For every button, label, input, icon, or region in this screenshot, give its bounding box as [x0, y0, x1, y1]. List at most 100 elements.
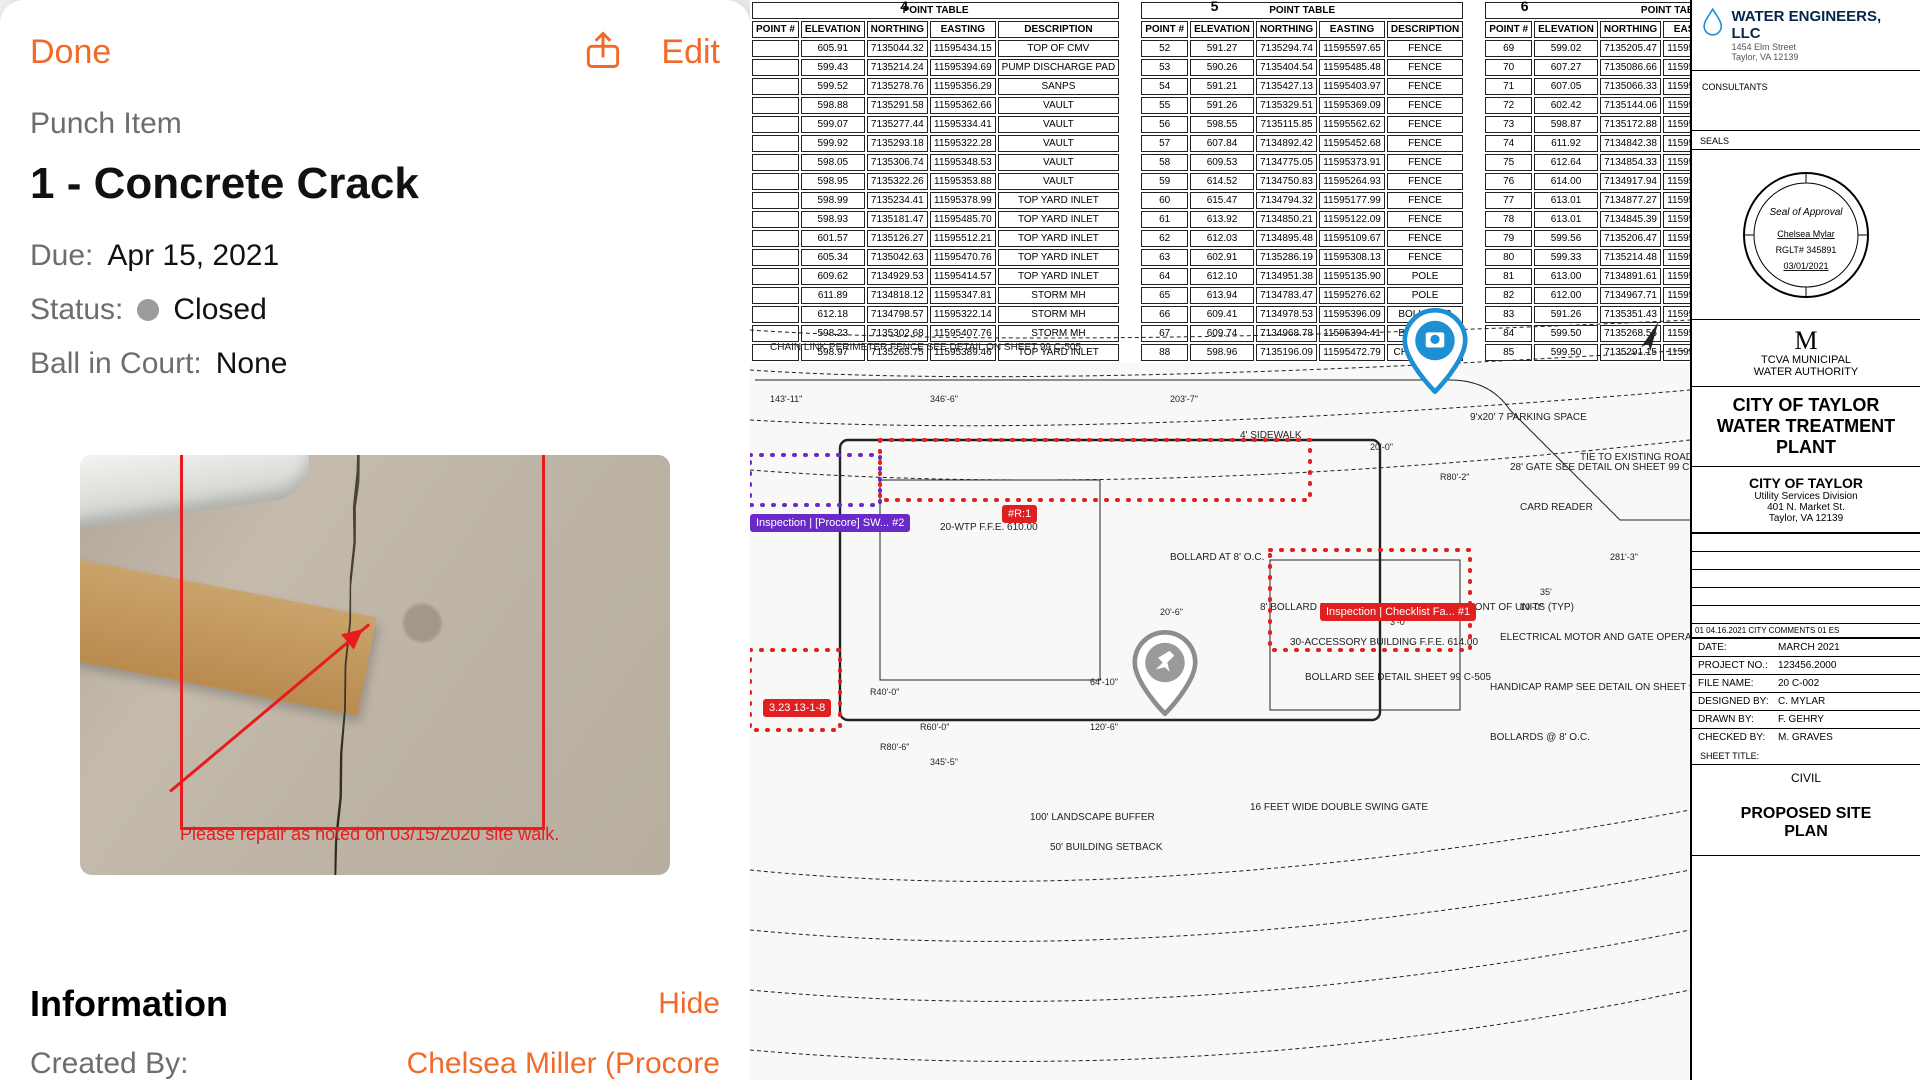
kv-value: MARCH 2021 — [1778, 642, 1840, 653]
table-row: 53590.267135404.5411595485.48FENCE — [1141, 59, 1463, 76]
edit-button[interactable]: Edit — [661, 33, 720, 72]
push-pin-icon[interactable] — [1130, 630, 1200, 716]
client-info: 401 N. Market St. — [1702, 502, 1910, 513]
authority-logo-icon: M — [1702, 328, 1910, 354]
svg-text:64'-10": 64'-10" — [1090, 677, 1118, 687]
kv-value: C. MYLAR — [1778, 696, 1825, 707]
project-name: WATER TREATMENT PLANT — [1702, 416, 1910, 458]
sheet-title-label: SHEET TITLE: — [1700, 751, 1759, 761]
svg-text:R40'-0": R40'-0" — [870, 687, 899, 697]
share-button[interactable] — [581, 28, 625, 77]
kv-value: 20 C-002 — [1778, 678, 1819, 689]
table-row: 598.057135306.7411595348.53VAULT — [752, 154, 1119, 171]
table-row: 599.527135278.7611595356.29SANPS — [752, 78, 1119, 95]
table-row: 605.917135044.3211595434.15TOP OF CMV — [752, 40, 1119, 57]
table-row: 64612.107134951.3811595135.90POLE — [1141, 268, 1463, 285]
table-row: 54591.217135427.1311595403.97FENCE — [1141, 78, 1463, 95]
site-plan[interactable]: 20-WTP F.F.E. 610.00 30-ACCESSORY BUILDI… — [750, 300, 1690, 1080]
hide-button[interactable]: Hide — [658, 987, 720, 1021]
markup-rectangle — [180, 455, 545, 830]
engineer-seal-icon: Seal of Approval Chelsea Mylar RGLT# 345… — [1736, 165, 1876, 305]
firm-name: WATER ENGINEERS, LLC — [1731, 8, 1910, 42]
svg-text:346'-6": 346'-6" — [930, 394, 958, 404]
plan-label: 28' GATE SEE DETAIL ON SHEET 99 C-504 — [1510, 462, 1690, 473]
kv-value: 123456.2000 — [1778, 660, 1836, 671]
plan-label: 20-WTP F.F.E. 610.00 — [940, 522, 1038, 533]
table-row: 609.627134929.5311595414.57TOP YARD INLE… — [752, 268, 1119, 285]
plan-label: 4' SIDEWALK — [1240, 430, 1302, 441]
kv-label: DRAWN BY: — [1698, 714, 1778, 725]
plan-label: 16 FEET WIDE DOUBLE SWING GATE — [1250, 802, 1428, 813]
plan-label: BOLLARD SEE DETAIL SHEET 99 C-505 — [1305, 672, 1491, 683]
plan-label: CHAIN LINK PERIMETER FENCE SEE DETAIL ON… — [770, 342, 1081, 353]
plan-label: TIE TO EXISTING ROAD — [1580, 452, 1690, 463]
punch-item-panel: Done Edit Punch Item 1 - Concrete Crack … — [0, 0, 750, 1080]
table-row: 598.887135291.5811595362.66VAULT — [752, 97, 1119, 114]
svg-text:20'-6": 20'-6" — [1160, 607, 1183, 617]
status-dot-icon — [137, 299, 159, 321]
client-info: Taylor, VA 12139 — [1702, 513, 1910, 524]
table-row: 599.437135214.2411595394.69PUMP DISCHARG… — [752, 59, 1119, 76]
panel-header: Done Edit — [0, 20, 750, 97]
table-row: 58609.537134775.0511595373.91FENCE — [1141, 154, 1463, 171]
inspection-tag[interactable]: Inspection | Checklist Fa... #1 — [1320, 603, 1476, 621]
water-drop-icon — [1702, 8, 1723, 36]
authority-name: WATER AUTHORITY — [1702, 366, 1910, 378]
table-row: 599.927135293.1811595322.28VAULT — [752, 135, 1119, 152]
plan-label: BOLLARD AT 8' O.C. — [1170, 552, 1264, 563]
kv-label: PROJECT NO.: — [1698, 660, 1778, 671]
inspection-tag[interactable]: Inspection | [Procore] SW... #2 — [750, 514, 910, 532]
firm-address: 1454 Elm StreetTaylor, VA 12139 — [1731, 42, 1910, 62]
discipline: CIVIL — [1692, 765, 1920, 791]
status-value: Closed — [173, 293, 266, 327]
sheet-name: PROPOSED SITE — [1741, 805, 1872, 822]
table-row: 599.077135277.4411595334.41VAULT — [752, 116, 1119, 133]
inspection-tag[interactable]: #R:1 — [1002, 505, 1037, 523]
kv-value: M. GRAVES — [1778, 732, 1833, 743]
consultants-label: CONSULTANTS — [1702, 82, 1768, 92]
authority-name: TCVA MUNICIPAL — [1702, 354, 1910, 366]
table-row: 56598.557135115.8511595562.62FENCE — [1141, 116, 1463, 133]
svg-text:143'-11": 143'-11" — [770, 394, 802, 404]
plan-label: ELECTRICAL MOTOR AND GATE OPERATOR — [1500, 632, 1690, 643]
column-number: 5 — [1211, 0, 1219, 14]
revision-row: 01 04.16.2021 CITY COMMENTS 01 ES — [1692, 623, 1920, 637]
kv-value: F. GEHRY — [1778, 714, 1824, 725]
table-row: 598.937135181.4711595485.70TOP YARD INLE… — [752, 211, 1119, 228]
punch-photo[interactable]: Please repair as noted on 03/15/2020 sit… — [80, 455, 670, 875]
plan-label: HANDICAP RAMP SEE DETAIL ON SHEET 99 C-5… — [1490, 682, 1690, 693]
client-info: Utility Services Division — [1702, 491, 1910, 502]
table-row: 57607.847134892.4211595452.68FENCE — [1141, 135, 1463, 152]
inspection-tag[interactable]: 3.23 13-1-8 — [763, 699, 831, 717]
svg-text:345'-5": 345'-5" — [930, 757, 958, 767]
drawing-title-block: WATER ENGINEERS, LLC 1454 Elm StreetTayl… — [1690, 0, 1920, 1080]
created-by-label: Created By: — [30, 1047, 188, 1080]
status-label: Status: — [30, 293, 123, 327]
svg-text:R80'-2": R80'-2" — [1440, 472, 1469, 482]
svg-text:120'-6": 120'-6" — [1090, 722, 1118, 732]
done-button[interactable]: Done — [30, 33, 111, 72]
column-number: 4 — [900, 0, 908, 14]
bic-value: None — [216, 347, 288, 381]
sheet-name: PLAN — [1784, 823, 1828, 840]
svg-text:03/01/2021: 03/01/2021 — [1783, 261, 1828, 271]
column-number: 6 — [1521, 0, 1529, 14]
bic-label: Ball in Court: — [30, 347, 202, 381]
markup-text: Please repair as noted on 03/15/2020 sit… — [180, 824, 559, 845]
kv-label: DESIGNED BY: — [1698, 696, 1778, 707]
svg-text:Seal of Approval: Seal of Approval — [1769, 207, 1843, 218]
plan-label: 50' BUILDING SETBACK — [1050, 842, 1163, 853]
photo-pin-icon[interactable] — [1400, 308, 1470, 394]
created-by-value[interactable]: Chelsea Miller (Procore — [407, 1047, 720, 1080]
table-row: 59614.527134750.8311595264.93FENCE — [1141, 173, 1463, 190]
table-row: 55591.267135329.5111595369.09FENCE — [1141, 97, 1463, 114]
table-row: 52591.277135294.7411595597.65FENCE — [1141, 40, 1463, 57]
project-name: CITY OF TAYLOR — [1702, 395, 1910, 416]
plan-label: 30-ACCESSORY BUILDING F.F.E. 614.00 — [1290, 637, 1478, 648]
svg-text:10'-0": 10'-0" — [1520, 602, 1543, 612]
table-row: 601.577135126.2711595512.21TOP YARD INLE… — [752, 230, 1119, 247]
table-row: 62612.037134895.4811595109.67FENCE — [1141, 230, 1463, 247]
punch-subhead: Punch Item — [30, 107, 720, 141]
drawing-viewer[interactable]: 4 5 6 POINT TABLEPOINT #ELEVATIONNORTHIN… — [750, 0, 1920, 1080]
table-row: 598.957135322.2611595353.88VAULT — [752, 173, 1119, 190]
